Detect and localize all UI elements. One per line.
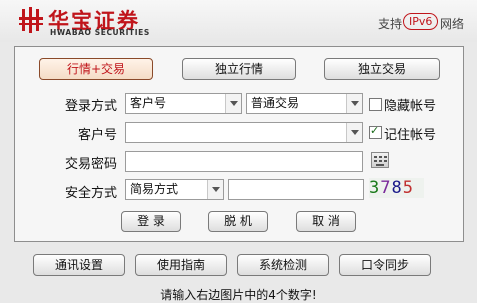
password-sync-button[interactable]: 口令同步 [339,254,431,276]
network-label: 网络 [440,17,465,31]
captcha-digit: 3 [369,178,381,198]
login-button[interactable]: 登 录 [121,211,181,232]
trade-type-select[interactable]: 普通交易 [246,93,363,114]
header: 华宝证券 HWABAO SECURITIES 支持 IPv6 网络 [0,0,477,42]
ipv6-badge: IPv6 [403,13,439,30]
security-label: 安全方式 [64,186,117,201]
chevron-down-icon[interactable] [346,123,362,142]
hwabao-logo-icon [19,7,43,33]
keyboard-icon[interactable] [371,152,389,168]
account-input[interactable] [125,122,363,143]
account-label: 客户号 [77,128,117,143]
captcha-image[interactable]: 3785 [369,178,424,198]
password-label: 交易密码 [64,157,117,172]
brand-name-en: HWABAO SECURITIES [50,28,150,37]
hide-account-label: 隐藏帐号 [384,99,437,114]
captcha-digit: 7 [380,178,392,198]
login-type-value: 客户号 [130,96,167,110]
tab-quote-only[interactable]: 独立行情 [182,58,296,80]
comm-settings-button[interactable]: 通讯设置 [33,254,125,276]
offline-button[interactable]: 脱 机 [208,211,268,232]
remember-account-checkbox[interactable] [369,124,382,139]
cancel-button[interactable]: 取 消 [296,211,356,232]
verify-code-input[interactable] [228,179,364,200]
login-type-label: 登录方式 [64,99,117,114]
trade-type-value: 普通交易 [251,96,300,110]
captcha-hint: 请输入右边图片中的4个数字! [160,288,317,302]
chevron-down-icon[interactable] [207,180,223,199]
security-select[interactable]: 简易方式 [125,179,224,200]
tab-quote-trade[interactable]: 行情+交易 [39,58,153,80]
support-label: 支持 [378,17,403,31]
login-type-select[interactable]: 客户号 [125,93,242,114]
security-value: 简易方式 [130,182,179,196]
chevron-down-icon[interactable] [346,94,362,113]
captcha-digit: 8 [391,178,403,198]
system-check-button[interactable]: 系统检测 [237,254,329,276]
hide-account-checkbox[interactable] [369,98,382,111]
password-input[interactable] [125,151,363,172]
chevron-down-icon[interactable] [225,94,241,113]
login-panel: 行情+交易 独立行情 独立交易 登录方式 客户号 普通交易 隐藏帐号 客户号 记… [14,46,464,242]
remember-account-label: 记住帐号 [384,128,437,143]
captcha-digit: 5 [402,178,414,198]
user-guide-button[interactable]: 使用指南 [135,254,227,276]
tab-trade-only[interactable]: 独立交易 [324,58,440,80]
